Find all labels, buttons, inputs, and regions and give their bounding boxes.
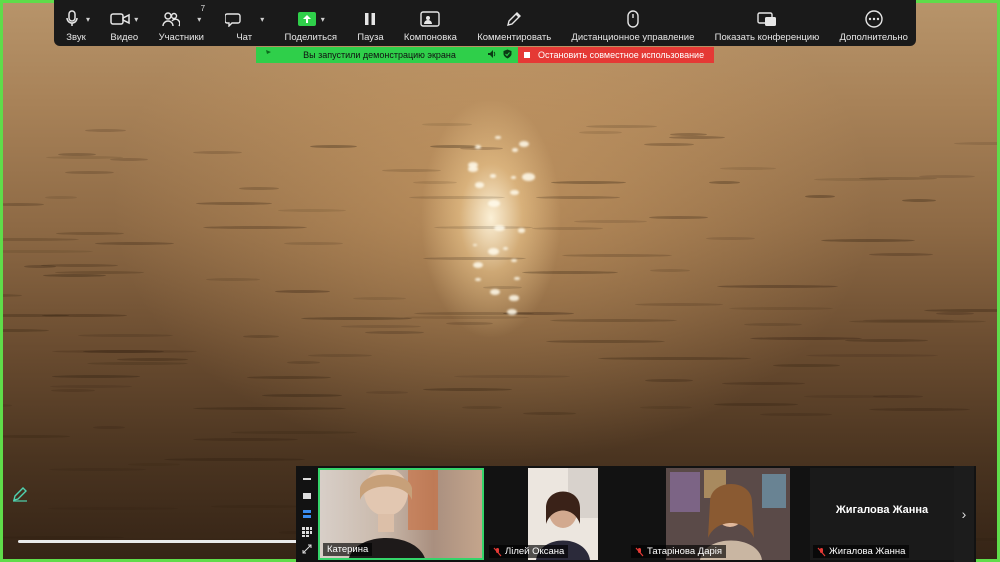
participants-button[interactable]: 7 ▾ Участники [158,0,206,46]
participant-name-tag: Катерина [323,543,373,556]
video-label: Видео [110,32,139,43]
grid-view-icon[interactable] [301,526,313,538]
windows-icon [757,9,777,29]
annotate-button[interactable]: Комментировать [477,0,551,46]
stop-share-button[interactable]: Остановить совместное использование [518,47,714,63]
more-dots-icon [864,9,884,29]
chat-bubble-icon [224,9,244,29]
audio-button[interactable]: ▾ Звук [62,0,90,46]
video-off-name: Жигалова Жанна [835,504,929,516]
chevron-down-icon[interactable]: ▾ [197,15,201,24]
share-arrow-icon [297,9,317,29]
pause-share-button[interactable]: Пауза [357,0,384,46]
expand-icon[interactable] [301,543,313,555]
speaker-icon[interactable] [487,49,497,61]
video-button[interactable]: ▾ Видео [110,0,138,46]
share-wave-icon [262,49,272,61]
audio-label: Звук [66,32,86,43]
microphone-icon [62,9,82,29]
minimize-icon[interactable] [301,473,313,485]
chat-label: Чат [236,32,253,43]
chevron-down-icon[interactable]: ▾ [134,15,138,24]
microphone-muted-icon [635,547,644,557]
show-meeting-label: Показать конференцию [714,32,820,43]
show-meeting-button[interactable]: Показать конференцию [714,0,820,46]
participant-tile[interactable]: Татарінова Дарія [628,468,808,560]
more-label: Дополнительно [839,32,908,43]
microphone-muted-icon [493,547,502,557]
layout-label: Компоновка [403,32,457,43]
more-button[interactable]: Дополнительно [840,0,908,46]
chevron-down-icon[interactable]: ▾ [86,15,90,24]
chevron-down-icon[interactable]: ▾ [321,15,325,24]
shield-icon[interactable] [503,49,512,61]
participant-tile[interactable]: Лілей Оксана [486,468,626,560]
chevron-right-icon[interactable]: › [954,466,974,562]
pause-label: Пауза [357,32,384,43]
participant-name-tag: Лілей Оксана [489,545,569,558]
stop-share-text: Остановить совместное использование [538,50,705,60]
participant-name: Жигалова Жанна [829,546,906,557]
sharing-status-banner[interactable]: Вы запустили демонстрацию экрана [256,47,518,63]
share-label: Поделиться [284,32,337,43]
meeting-toolbar: ▾ Звук ▾ Видео 7 ▾ Участники ▾ Чат ▾ Под… [54,0,916,46]
strip-view-controls [296,466,318,562]
video-progress-bar[interactable] [18,540,298,543]
share-screen-button[interactable]: ▾ Поделиться [285,0,337,46]
pause-icon [360,9,380,29]
annotate-pencil-icon[interactable] [12,486,32,504]
participant-name-tag: Татарінова Дарія [631,545,727,558]
annotate-label: Комментировать [477,32,552,43]
pencil-icon [504,9,524,29]
remote-control-button[interactable]: Дистанционное управление [571,0,694,46]
participant-name-tag: Жигалова Жанна [813,545,910,558]
sharing-status-text: Вы запустили демонстрацию экрана [303,50,456,60]
participants-label: Участники [158,32,204,43]
strip-view-icon[interactable] [301,508,313,520]
participants-count: 7 [200,4,206,13]
layout-icon [420,9,441,29]
participants-strip: Катерина Лілей Оксана Татарінова Дарія Ж… [296,466,976,562]
participant-tile[interactable]: Жигалова Жанна Жигалова Жанна [810,468,954,560]
stop-icon [524,52,530,58]
remote-control-label: Дистанционное управление [571,32,695,43]
microphone-muted-icon [817,547,826,557]
participant-name: Лілей Оксана [505,546,565,557]
people-icon [161,9,181,29]
camera-icon [110,9,131,29]
single-view-icon[interactable] [301,490,313,502]
participant-name: Татарінова Дарія [647,546,723,557]
chevron-down-icon[interactable]: ▾ [260,15,264,24]
chat-button[interactable]: ▾ Чат [224,0,264,46]
participant-name: Катерина [327,544,369,555]
layout-button[interactable]: Компоновка [404,0,457,46]
mouse-icon [623,9,643,29]
participant-tile[interactable]: Катерина [318,468,484,560]
